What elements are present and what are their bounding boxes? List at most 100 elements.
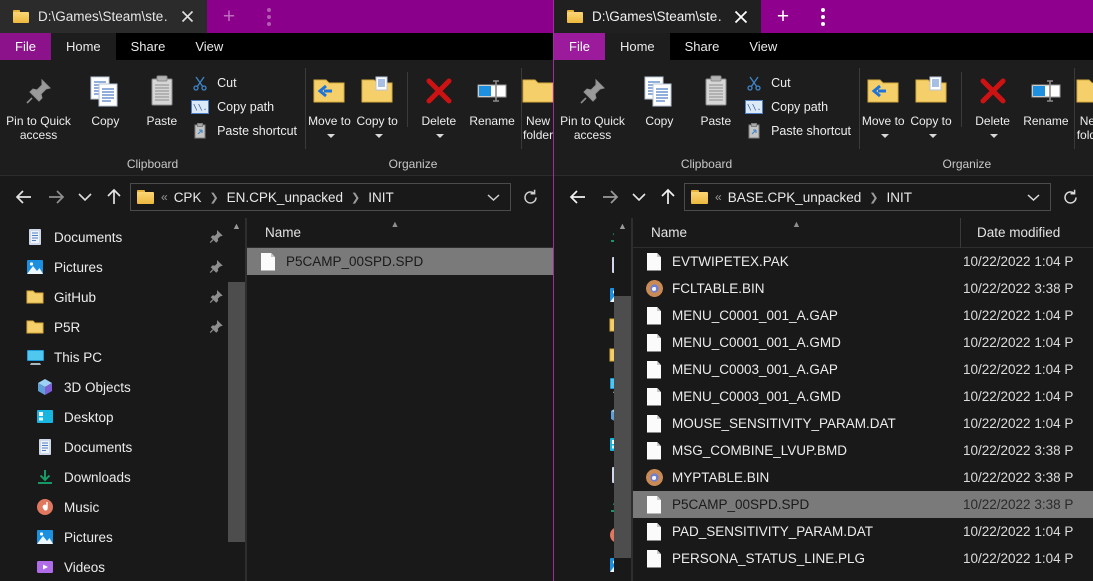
copy-path-button[interactable]: \\.. Copy path: [744, 98, 859, 116]
back-button[interactable]: [562, 181, 594, 213]
tab-overflow-menu-icon[interactable]: [251, 0, 287, 33]
copy-to-button[interactable]: Copy to: [353, 66, 401, 142]
copy-path-button[interactable]: \\.. Copy path: [190, 98, 305, 116]
nav-scrollbar[interactable]: ▲: [228, 218, 245, 581]
tab-view[interactable]: View: [180, 33, 238, 60]
close-icon[interactable]: [730, 6, 752, 28]
copy-button[interactable]: Copy: [631, 66, 688, 128]
breadcrumb-item[interactable]: BASE.CPK_unpacked: [726, 190, 864, 205]
table-row[interactable]: PERSONA_STATUS_LINE.PLG 10/22/2022 1:04 P: [633, 545, 1093, 572]
new-folder-button[interactable]: New folder: [1075, 66, 1093, 142]
table-row[interactable]: P5CAMP_00SPD.SPD: [247, 248, 553, 275]
table-row[interactable]: MSG_COMBINE_LVUP.BMD 10/22/2022 3:38 P: [633, 437, 1093, 464]
table-row[interactable]: MENU_C0001_001_A.GAP 10/22/2022 1:04 P: [633, 302, 1093, 329]
table-row[interactable]: MENU_C0003_001_A.GMD 10/22/2022 1:04 P: [633, 383, 1093, 410]
paste-button[interactable]: Paste: [134, 66, 191, 128]
tab-file[interactable]: File: [554, 33, 605, 60]
pin-icon[interactable]: [209, 319, 223, 337]
breadcrumb-item[interactable]: INIT: [366, 190, 396, 205]
rename-icon: [1029, 72, 1063, 110]
table-row[interactable]: MENU_C0001_001_A.GMD 10/22/2022 1:04 P: [633, 329, 1093, 356]
tab-file[interactable]: File: [0, 33, 51, 60]
new-folder-button[interactable]: New folder: [521, 66, 553, 142]
tab-home[interactable]: Home: [50, 33, 116, 60]
scroll-thumb[interactable]: [228, 282, 245, 542]
nav-scrollbar[interactable]: ▲: [614, 218, 631, 581]
sidebar-item-documents[interactable]: Documents: [0, 222, 245, 252]
recent-locations-button[interactable]: [626, 181, 652, 213]
column-header-date-modified[interactable]: Date modified: [960, 218, 1060, 248]
scroll-up-icon[interactable]: ▲: [614, 221, 631, 231]
breadcrumb-item[interactable]: CPK: [172, 190, 204, 205]
sidebar-item-3d-objects[interactable]: 3D Objects: [0, 372, 245, 402]
address-dropdown-icon[interactable]: [1020, 193, 1046, 202]
sidebar-item-downloads[interactable]: Downloads: [0, 462, 245, 492]
delete-button[interactable]: Delete: [968, 66, 1018, 142]
breadcrumb-overflow-icon[interactable]: «: [713, 190, 726, 204]
paste-shortcut-button[interactable]: Paste shortcut: [744, 122, 859, 140]
tab-view[interactable]: View: [734, 33, 792, 60]
sidebar-item-github[interactable]: GitHub: [0, 282, 245, 312]
address-dropdown-icon[interactable]: [480, 193, 506, 202]
move-to-button[interactable]: Move to: [306, 66, 354, 142]
cut-button[interactable]: Cut: [744, 74, 859, 92]
sidebar-item-pictures[interactable]: Pictures: [0, 252, 245, 282]
forward-button[interactable]: [40, 181, 72, 213]
breadcrumb-overflow-icon[interactable]: «: [159, 190, 172, 204]
sidebar-item-p5r[interactable]: P5R: [0, 312, 245, 342]
tab-share[interactable]: Share: [116, 33, 181, 60]
sidebar-item-music[interactable]: Music: [0, 492, 245, 522]
pin-icon[interactable]: [209, 289, 223, 307]
refresh-button[interactable]: [1055, 182, 1085, 212]
paste-button[interactable]: Paste: [688, 66, 745, 128]
table-row[interactable]: P5CAMP_00SPD.SPD 10/22/2022 3:38 P: [633, 491, 1093, 518]
scroll-thumb[interactable]: [614, 296, 631, 558]
address-input[interactable]: « CPK ❯ EN.CPK_unpacked ❯ INIT: [130, 183, 511, 211]
forward-button[interactable]: [594, 181, 626, 213]
back-button[interactable]: [8, 181, 40, 213]
tab-overflow-menu-icon[interactable]: [805, 0, 841, 33]
copy-button[interactable]: Copy: [77, 66, 134, 128]
column-header-name[interactable]: ▲ Name: [633, 218, 960, 248]
sidebar-item-this-pc[interactable]: This PC: [0, 342, 245, 372]
sidebar-item-documents[interactable]: Documents: [0, 432, 245, 462]
new-tab-button[interactable]: +: [761, 0, 805, 33]
tab-share[interactable]: Share: [670, 33, 735, 60]
rename-label: Rename: [469, 114, 515, 128]
table-row[interactable]: EVTWIPETEX.PAK 10/22/2022 1:04 P: [633, 248, 1093, 275]
table-row[interactable]: FCLTABLE.BIN 10/22/2022 3:38 P: [633, 275, 1093, 302]
copy-to-button[interactable]: Copy to: [907, 66, 955, 142]
column-header-name[interactable]: ▲ Name: [247, 218, 543, 248]
table-row[interactable]: MYPTABLE.BIN 10/22/2022 3:38 P: [633, 464, 1093, 491]
pin-icon[interactable]: [209, 259, 223, 277]
close-icon[interactable]: [176, 6, 198, 28]
breadcrumb-item[interactable]: EN.CPK_unpacked: [225, 190, 345, 205]
move-to-button[interactable]: Move to: [859, 66, 907, 142]
table-row[interactable]: PAD_SENSITIVITY_PARAM.DAT 10/22/2022 1:04…: [633, 518, 1093, 545]
new-tab-button[interactable]: +: [207, 0, 251, 33]
sidebar-item-desktop[interactable]: Desktop: [0, 402, 245, 432]
scroll-up-icon[interactable]: ▲: [228, 221, 245, 231]
explorer-tab-right[interactable]: D:\Games\Steam\ste…: [554, 0, 761, 33]
address-input[interactable]: « BASE.CPK_unpacked ❯ INIT: [684, 183, 1051, 211]
recent-locations-button[interactable]: [72, 181, 98, 213]
table-row[interactable]: MENU_C0003_001_A.GAP 10/22/2022 1:04 P: [633, 356, 1093, 383]
tab-home[interactable]: Home: [604, 33, 670, 60]
up-button[interactable]: [98, 181, 130, 213]
rename-button[interactable]: Rename: [464, 66, 521, 128]
pin-to-quick-access-button[interactable]: Pin to Quick access: [554, 66, 631, 142]
pin-icon[interactable]: [209, 229, 223, 247]
sidebar-item-label: Pictures: [54, 259, 103, 275]
pin-to-quick-access-button[interactable]: Pin to Quick access: [0, 66, 77, 142]
sidebar-item-videos[interactable]: Videos: [0, 552, 245, 581]
explorer-tab-left[interactable]: D:\Games\Steam\ste…: [0, 0, 207, 33]
up-button[interactable]: [652, 181, 684, 213]
rename-button[interactable]: Rename: [1017, 66, 1074, 128]
delete-button[interactable]: Delete: [414, 66, 464, 142]
table-row[interactable]: MOUSE_SENSITIVITY_PARAM.DAT 10/22/2022 1:…: [633, 410, 1093, 437]
paste-shortcut-button[interactable]: Paste shortcut: [190, 122, 305, 140]
refresh-button[interactable]: [515, 182, 545, 212]
breadcrumb-item[interactable]: INIT: [885, 190, 915, 205]
cut-button[interactable]: Cut: [190, 74, 305, 92]
sidebar-item-pictures[interactable]: Pictures: [0, 522, 245, 552]
